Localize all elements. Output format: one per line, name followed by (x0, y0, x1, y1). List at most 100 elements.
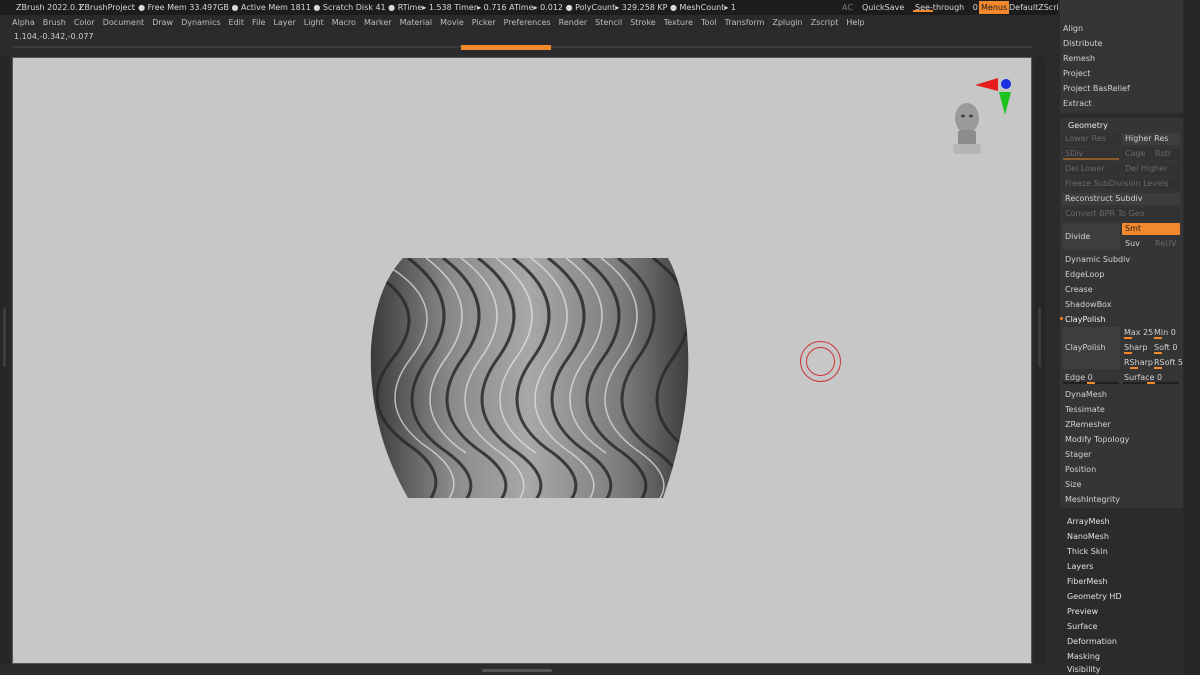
deformation-item[interactable]: Deformation (1067, 637, 1117, 646)
soft-slider[interactable]: Soft 0 (1154, 343, 1177, 352)
menu-item[interactable]: Zscript (807, 15, 843, 30)
menu-item[interactable]: Stroke (626, 15, 660, 30)
del-higher-button[interactable]: Del Higher (1122, 163, 1180, 175)
woven-mesh-model[interactable] (370, 258, 693, 508)
sharp-slider[interactable]: Sharp (1124, 343, 1147, 352)
left-tray[interactable] (0, 57, 10, 664)
shadowbox-button[interactable]: ShadowBox (1065, 300, 1111, 309)
project-basrelief-button[interactable]: Project BasRelief (1063, 84, 1130, 93)
see-through-slider[interactable]: See-through 0 (915, 0, 978, 15)
menu-item[interactable]: Zplugin (768, 15, 806, 30)
right-tray-handle[interactable] (1038, 307, 1041, 367)
extract-button[interactable]: Extract (1063, 99, 1092, 108)
menu-item[interactable]: Draw (148, 15, 177, 30)
fibermesh-item[interactable]: FiberMesh (1067, 577, 1108, 586)
tessimate-button[interactable]: Tessimate (1065, 405, 1105, 414)
arraymesh-item[interactable]: ArrayMesh (1067, 517, 1110, 526)
menu-item[interactable]: File (248, 15, 269, 30)
masking-item[interactable]: Masking (1067, 652, 1100, 661)
rsoft-slider-knob[interactable] (1154, 367, 1162, 369)
menu-item[interactable]: Material (396, 15, 437, 30)
thick-skin-item[interactable]: Thick Skin (1067, 547, 1108, 556)
soft-slider-knob[interactable] (1154, 352, 1162, 354)
left-tray-handle[interactable] (3, 307, 6, 367)
cage-button[interactable]: Cage (1122, 148, 1150, 160)
menu-item[interactable]: Dynamics (177, 15, 224, 30)
sharp-slider-knob[interactable] (1124, 352, 1132, 354)
align-button[interactable]: Align (1063, 24, 1083, 33)
lower-res-button[interactable]: Lower Res (1062, 133, 1120, 145)
edge-slider-knob[interactable] (1087, 382, 1095, 384)
divide-button[interactable]: Divide (1062, 223, 1120, 250)
menu-item[interactable]: Preferences (500, 15, 555, 30)
menus-toggle[interactable]: Menus (979, 1, 1010, 14)
menu-item[interactable]: Light (300, 15, 328, 30)
dynamesh-button[interactable]: DynaMesh (1065, 390, 1107, 399)
min-slider[interactable]: Min 0 (1154, 328, 1176, 337)
menu-item[interactable]: Color (70, 15, 99, 30)
freeze-subdivision-button[interactable]: Freeze SubDivision Levels (1062, 178, 1180, 190)
edgeloop-button[interactable]: EdgeLoop (1065, 270, 1104, 279)
menu-item[interactable]: Picker (468, 15, 500, 30)
panel-scrollbar[interactable] (1184, 0, 1200, 675)
menu-item[interactable]: Stencil (591, 15, 626, 30)
visibility-item[interactable]: Visibility (1067, 665, 1101, 674)
preview-item[interactable]: Preview (1067, 607, 1098, 616)
smt-toggle[interactable]: Smt (1122, 223, 1180, 235)
menu-item[interactable]: Edit (225, 15, 249, 30)
convert-bpr-button[interactable]: Convert BPR To Geo (1062, 208, 1180, 220)
mesh-canvas[interactable] (13, 58, 1033, 665)
claypolish-button[interactable]: ClayPolish (1062, 327, 1120, 369)
bottom-tray-handle[interactable] (482, 669, 552, 672)
stager-button[interactable]: Stager (1065, 450, 1091, 459)
position-button[interactable]: Position (1065, 465, 1096, 474)
navigation-head-icon[interactable] (953, 103, 981, 154)
edge-slider[interactable]: Edge 0 (1065, 373, 1093, 382)
menu-item[interactable]: Render (555, 15, 591, 30)
size-button[interactable]: Size (1065, 480, 1081, 489)
menu-item[interactable]: Texture (660, 15, 697, 30)
surface-slider[interactable]: Surface 0 (1124, 373, 1162, 382)
see-through-knob[interactable] (913, 10, 933, 12)
min-slider-knob[interactable] (1154, 337, 1162, 339)
ac-label[interactable]: AC (842, 0, 853, 15)
nanomesh-item[interactable]: NanoMesh (1067, 532, 1109, 541)
rsoft-slider[interactable]: RSoft 5 (1154, 358, 1183, 367)
rsharp-slider[interactable]: RSharp (1124, 358, 1153, 367)
max-slider[interactable]: Max 25 (1124, 328, 1153, 337)
modify-topology-button[interactable]: Modify Topology (1065, 435, 1129, 444)
claypolish-header[interactable]: ClayPolish (1065, 315, 1106, 324)
quicksave-button[interactable]: QuickSave (862, 0, 904, 15)
geometry-hd-item[interactable]: Geometry HD (1067, 592, 1122, 601)
max-slider-knob[interactable] (1124, 337, 1132, 339)
rsharp-slider-knob[interactable] (1130, 367, 1138, 369)
menu-item[interactable]: Alpha (8, 15, 39, 30)
menu-item[interactable]: Help (842, 15, 868, 30)
axis-gizmo-icon[interactable] (975, 78, 1011, 115)
menu-item[interactable]: Document (99, 15, 148, 30)
del-lower-button[interactable]: Del Lower (1062, 163, 1120, 175)
right-tray-divider[interactable] (1035, 57, 1045, 664)
surface-item[interactable]: Surface (1067, 622, 1097, 631)
higher-res-button[interactable]: Higher Res (1122, 133, 1180, 145)
meshintegrity-button[interactable]: MeshIntegrity (1065, 495, 1120, 504)
zremesher-button[interactable]: ZRemesher (1065, 420, 1111, 429)
reconstruct-subdiv-button[interactable]: Reconstruct Subdiv (1062, 193, 1180, 205)
project-button[interactable]: Project (1063, 69, 1090, 78)
remesh-button[interactable]: Remesh (1063, 54, 1095, 63)
menu-item[interactable]: Marker (360, 15, 396, 30)
surface-slider-knob[interactable] (1147, 382, 1155, 384)
layers-item[interactable]: Layers (1067, 562, 1093, 571)
suv-toggle[interactable]: Suv (1122, 238, 1150, 250)
menu-item[interactable]: Layer (269, 15, 299, 30)
menu-item[interactable]: Tool (697, 15, 721, 30)
menu-item[interactable]: Movie (436, 15, 468, 30)
dynamic-subdiv-button[interactable]: Dynamic Subdiv (1065, 255, 1130, 264)
menu-item[interactable]: Brush (39, 15, 70, 30)
canvas-viewport[interactable] (12, 57, 1032, 664)
reuv-toggle[interactable]: ReUV (1152, 238, 1180, 250)
geometry-header[interactable]: Geometry (1068, 121, 1108, 130)
distribute-button[interactable]: Distribute (1063, 39, 1102, 48)
crease-button[interactable]: Crease (1065, 285, 1093, 294)
menu-item[interactable]: Macro (328, 15, 360, 30)
